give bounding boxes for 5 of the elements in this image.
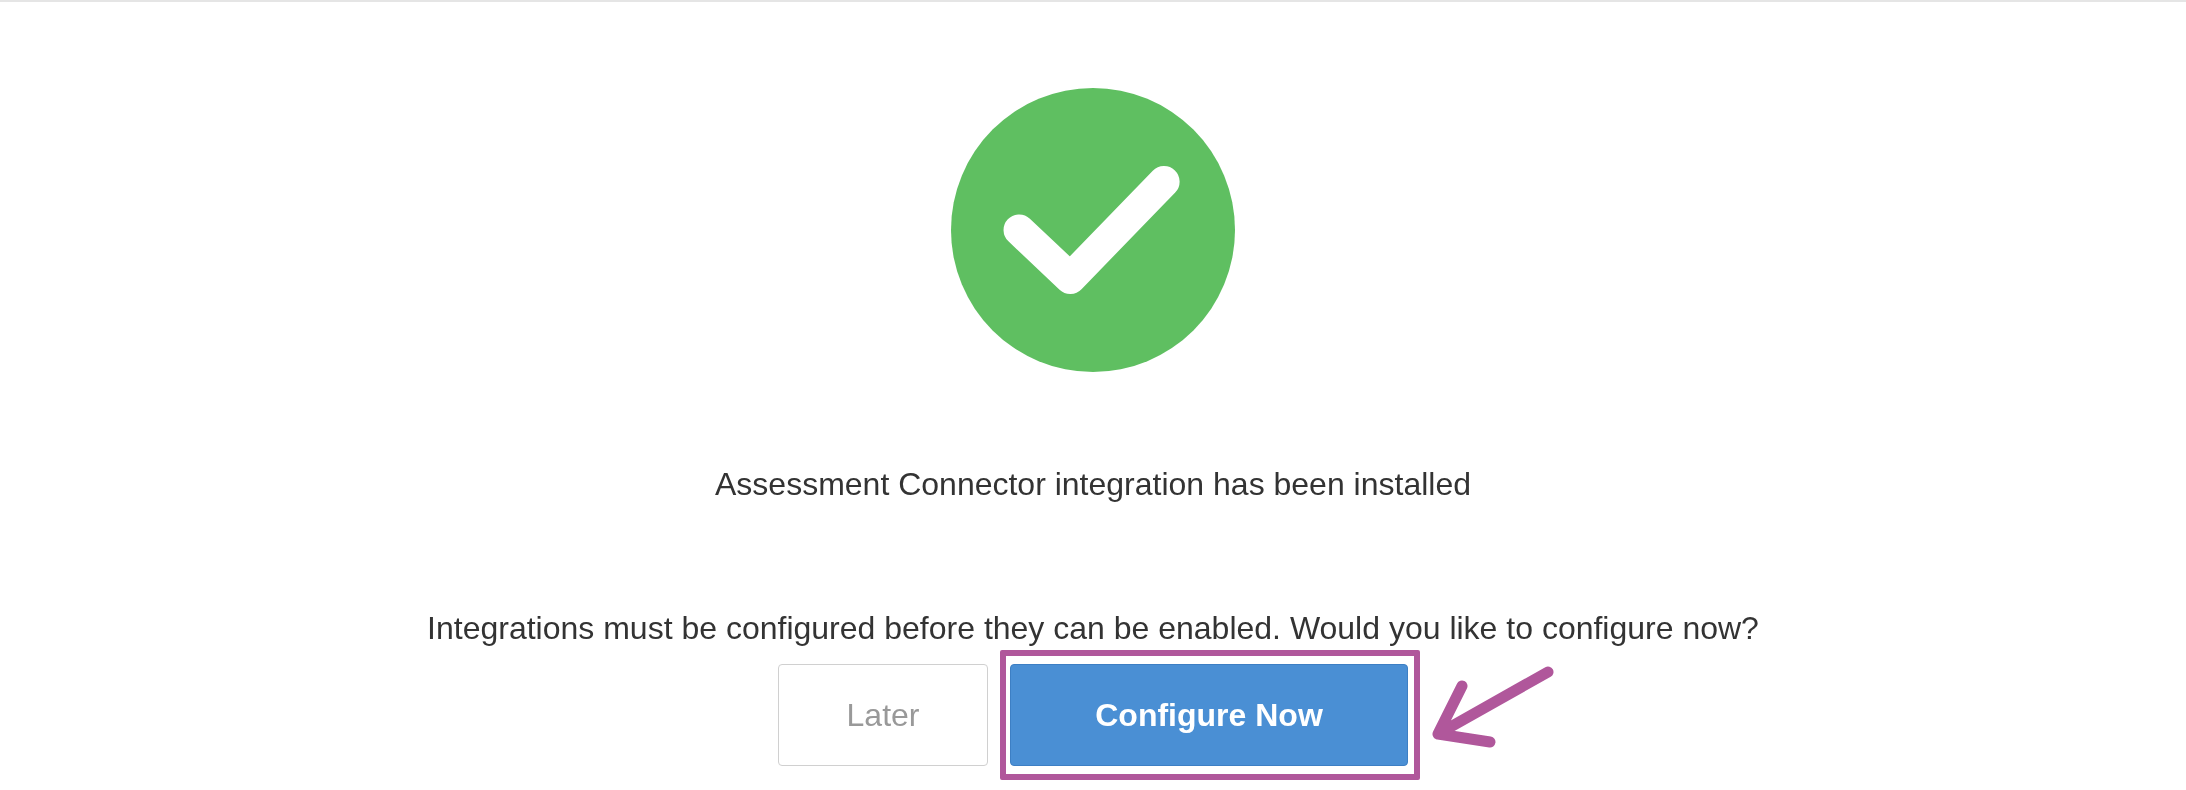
later-button[interactable]: Later: [778, 664, 988, 766]
configure-prompt: Integrations must be configured before they can be enabled. Would you like to configure now?: [427, 609, 1759, 648]
configure-button[interactable]: Configure Now: [1010, 664, 1408, 766]
success-check-icon: [951, 88, 1235, 372]
install-message: Assessment Connector integration has been installed: [715, 465, 1471, 504]
